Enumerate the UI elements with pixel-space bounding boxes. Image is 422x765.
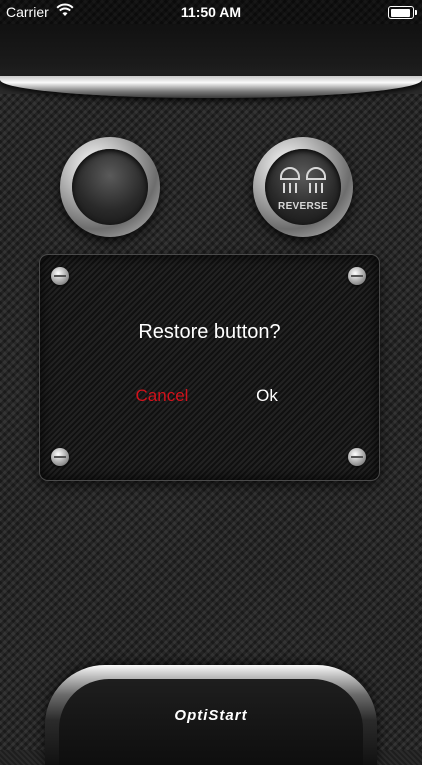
- dialog-title: Restore button?: [138, 321, 281, 343]
- screw-icon: [348, 267, 366, 285]
- blank-round-button[interactable]: [60, 137, 160, 237]
- status-bar: Carrier 11:50 AM: [0, 0, 422, 24]
- ok-button[interactable]: Ok: [246, 384, 288, 408]
- battery-icon: [388, 6, 417, 19]
- screw-icon: [348, 448, 366, 466]
- cancel-button[interactable]: Cancel: [126, 384, 198, 408]
- reverse-label: REVERSE: [278, 201, 328, 212]
- reverse-lights-icon: [275, 159, 331, 204]
- status-time: 11:50 AM: [180, 4, 242, 20]
- screw-icon: [51, 448, 69, 466]
- reverse-button-face: REVERSE: [265, 149, 341, 225]
- optistart-logo: OptiStart: [174, 707, 248, 724]
- restore-dialog: Restore button? Cancel Ok: [40, 255, 379, 480]
- blank-button-face: [72, 149, 148, 225]
- reverse-button[interactable]: REVERSE: [253, 137, 353, 237]
- screw-icon: [51, 267, 69, 285]
